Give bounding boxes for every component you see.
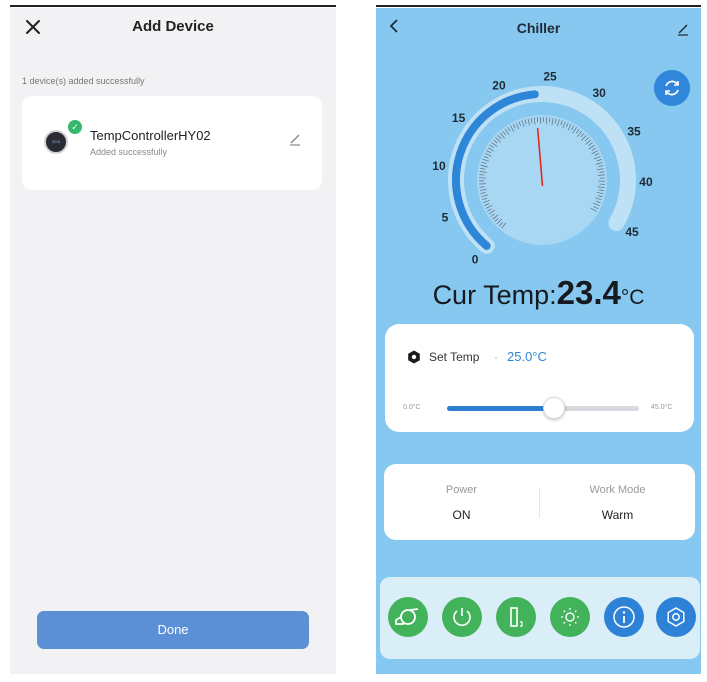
slider-thumb[interactable] bbox=[542, 397, 565, 419]
power-status[interactable]: Power ON bbox=[384, 464, 539, 540]
success-message: 1 device(s) added successfully bbox=[22, 76, 145, 86]
power-label: Power bbox=[445, 484, 478, 496]
temperature-gauge: 0 5 10 15 20 25 30 35 40 45 bbox=[432, 70, 653, 267]
work-mode-value: Warm bbox=[601, 508, 634, 522]
gauge-tick-label: 45 bbox=[625, 225, 639, 239]
slider-min-label: 0.0°C bbox=[403, 404, 421, 411]
power-icon bbox=[442, 597, 482, 637]
gauge-tick-label: 40 bbox=[639, 175, 653, 189]
device-button[interactable] bbox=[496, 597, 536, 637]
gauge-tick-label: 10 bbox=[432, 159, 446, 173]
device-thumbnail: 20.5 bbox=[44, 130, 68, 154]
top-border bbox=[0, 0, 707, 8]
gauge-tick-label: 15 bbox=[452, 111, 466, 125]
gear-icon bbox=[656, 597, 696, 637]
status-card: Power ON Work Mode Warm bbox=[384, 464, 695, 540]
cur-temp-unit: °C bbox=[620, 286, 645, 309]
gauge-tick-label: 25 bbox=[543, 70, 557, 83]
check-icon: ✓ bbox=[68, 120, 82, 134]
sun-icon bbox=[550, 597, 590, 637]
set-temp-slider[interactable] bbox=[447, 397, 639, 419]
device-status: Added successfully bbox=[90, 147, 168, 157]
pencil-icon[interactable] bbox=[288, 132, 302, 146]
done-button[interactable]: Done bbox=[37, 611, 309, 649]
work-mode-status[interactable]: Work Mode Warm bbox=[540, 464, 695, 540]
settings-button[interactable] bbox=[656, 597, 696, 637]
set-temp-label: Set Temp bbox=[429, 350, 480, 364]
current-temperature: Cur Temp:23.4°C bbox=[376, 274, 701, 312]
info-icon bbox=[604, 597, 644, 637]
set-temp-value: 25.0°C bbox=[507, 349, 547, 364]
gauge-tick-label: 35 bbox=[627, 125, 641, 139]
add-device-screen: Add Device 1 device(s) added successfull… bbox=[10, 8, 336, 674]
light-button[interactable] bbox=[550, 597, 590, 637]
power-button[interactable] bbox=[442, 597, 482, 637]
chiller-screen: Chiller 0 5 10 15 20 25 30 35 40 45 Cur Temp:23.4… bbox=[376, 8, 701, 674]
hexagon-nut-icon bbox=[407, 350, 421, 364]
pump-button[interactable] bbox=[388, 597, 428, 637]
set-temp-separator: · bbox=[494, 350, 498, 364]
pencil-icon[interactable] bbox=[676, 22, 690, 36]
slider-fill bbox=[447, 406, 554, 411]
page-title: Chiller bbox=[516, 20, 561, 36]
pump-icon bbox=[388, 597, 428, 637]
gauge-tick-label: 5 bbox=[442, 210, 449, 224]
gauge-tick-label: 0 bbox=[472, 253, 479, 267]
device-name: TempControllerHY02 bbox=[90, 128, 211, 143]
cur-temp-label: Cur Temp: bbox=[432, 280, 557, 310]
work-mode-label: Work Mode bbox=[589, 484, 646, 496]
page-title: Add Device bbox=[132, 18, 214, 35]
gauge-tick-label: 20 bbox=[492, 78, 506, 92]
set-temp-card: Set Temp · 25.0°C 0.0°C 45.0°C bbox=[385, 324, 694, 432]
gauge-tick-label: 30 bbox=[592, 86, 606, 100]
control-button-bar bbox=[380, 577, 700, 659]
slider-max-label: 45.0°C bbox=[651, 404, 673, 411]
power-value: ON bbox=[452, 508, 471, 522]
device-card[interactable]: 20.5 ✓ TempControllerHY02 Added successf… bbox=[22, 96, 322, 190]
info-button[interactable] bbox=[604, 597, 644, 637]
cur-temp-value: 23.4 bbox=[556, 274, 621, 311]
device-icon bbox=[496, 597, 536, 637]
